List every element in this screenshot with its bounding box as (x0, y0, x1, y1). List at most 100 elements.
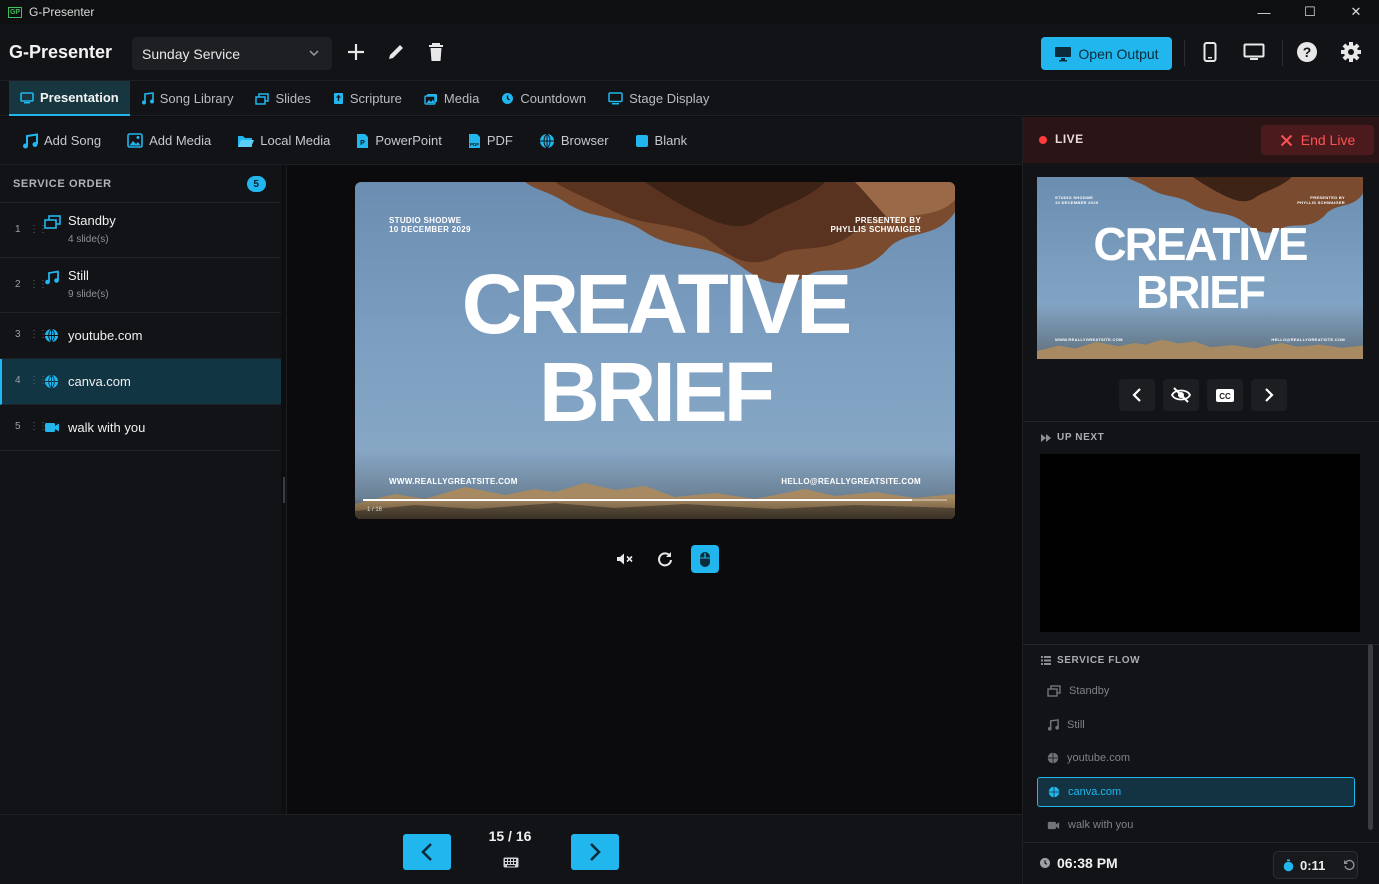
stopwatch-icon (1283, 859, 1294, 871)
captions-button[interactable]: CC (1207, 379, 1243, 411)
pdf-button[interactable]: PDF PDF (460, 133, 521, 149)
tool-label: Browser (560, 133, 609, 148)
live-previous-button[interactable] (1119, 379, 1155, 411)
mobile-view-button[interactable] (1198, 40, 1222, 64)
item-title: Standby (68, 213, 116, 228)
app-logo-icon: GP (8, 6, 22, 18)
chevron-right-icon (1265, 388, 1274, 402)
mouse-control-toggle[interactable] (691, 545, 719, 573)
pdf-icon: PDF (468, 133, 480, 148)
slide-headline-line2: BRIEF (539, 345, 775, 439)
desktop-view-button[interactable] (1242, 40, 1266, 64)
tab-stage-display[interactable]: Stage Display (597, 81, 720, 116)
live-top-right-text: PRESENTED BY PHYLLIS SCHWAIGER (1297, 195, 1345, 205)
live-indicator-dot (1039, 136, 1047, 144)
previous-slide-button[interactable] (403, 834, 451, 870)
item-title: canva.com (68, 374, 131, 389)
list-item[interactable]: 4 ⋮⋮ canva.com (0, 359, 281, 405)
flow-item[interactable]: youtube.com (1037, 743, 1355, 773)
delete-service-button[interactable] (424, 40, 448, 64)
player-page-indicator: 1 / 16 (367, 507, 383, 513)
slide-top-left-text: STUDIO SHODWE 10 DECEMBER 2029 (389, 216, 471, 234)
flow-item-label: Standby (1069, 685, 1110, 697)
item-title: Still (68, 268, 89, 283)
globe-icon (539, 133, 554, 148)
window-title: G-Presenter (29, 5, 95, 19)
list-item[interactable]: 1 ⋮⋮ Standby 4 slide(s) (0, 203, 281, 258)
end-live-button[interactable]: End Live (1261, 125, 1374, 155)
tab-slides[interactable]: Slides (244, 81, 321, 116)
service-timer[interactable]: 0:11 (1273, 851, 1358, 879)
panel-divider (1023, 421, 1379, 422)
app-header: G-Presenter Sunday Service Open Output ? (0, 24, 1379, 81)
embedded-player-controls[interactable]: 1 / 16 (355, 497, 955, 519)
tab-label: Countdown (520, 91, 587, 106)
header-divider (1282, 40, 1283, 66)
player-progress-bar[interactable] (363, 499, 947, 501)
list-item[interactable]: 2 ⋮⋮ Still 9 slide(s) (0, 258, 281, 313)
mute-icon (617, 553, 633, 565)
powerpoint-button[interactable]: P PowerPoint (348, 133, 449, 149)
list-item[interactable]: 3 ⋮⋮ youtube.com (0, 313, 281, 359)
keyboard-icon[interactable] (503, 857, 519, 868)
slide-preview[interactable]: STUDIO SHODWE 10 DECEMBER 2029 PRESENTED… (355, 182, 955, 519)
list-item[interactable]: 5 ⋮⋮ walk with you (0, 405, 281, 451)
tab-song-library[interactable]: Song Library (130, 81, 245, 116)
browser-button[interactable]: Browser (531, 133, 617, 149)
up-next-label: UP NEXT (1057, 432, 1105, 443)
live-headline-line2: BRIEF (1136, 266, 1266, 318)
tab-presentation[interactable]: Presentation (9, 81, 130, 116)
mute-button[interactable] (611, 545, 639, 573)
service-flow-scrollbar[interactable] (1368, 644, 1373, 830)
tab-scripture[interactable]: Scripture (322, 81, 413, 116)
reload-button[interactable] (651, 545, 679, 573)
splitter-handle[interactable] (283, 477, 285, 503)
clock-icon (502, 93, 514, 104)
add-service-button[interactable] (344, 40, 368, 64)
item-number: 2 (15, 279, 21, 290)
item-number: 4 (15, 375, 21, 386)
window-titlebar: GP G-Presenter — ☐ ✕ (0, 0, 1379, 24)
timer-value: 0:11 (1300, 857, 1326, 873)
help-button[interactable]: ? (1295, 40, 1319, 64)
tab-countdown[interactable]: Countdown (490, 81, 597, 116)
flow-item[interactable]: canva.com (1037, 777, 1355, 807)
reset-icon[interactable] (1343, 859, 1355, 871)
clock-display: 06:38 PM (1039, 855, 1118, 871)
add-song-button[interactable]: Add Song (14, 132, 109, 149)
maximize-button[interactable]: ☐ (1287, 0, 1333, 24)
svg-text:P: P (361, 140, 366, 147)
blank-button[interactable]: Blank (627, 133, 696, 148)
local-media-button[interactable]: Local Media (229, 133, 338, 148)
image-add-icon (127, 133, 143, 148)
settings-button[interactable] (1339, 40, 1363, 64)
flow-item[interactable]: walk with you (1037, 810, 1355, 840)
hide-output-button[interactable] (1163, 379, 1199, 411)
tool-label: Add Song (44, 133, 102, 148)
image-icon (424, 93, 437, 105)
service-select[interactable]: Sunday Service (132, 37, 332, 70)
minimize-button[interactable]: — (1241, 0, 1287, 24)
bible-icon (333, 93, 343, 104)
live-bottom-left-text: WWW.REALLYGREATSITE.COM (1055, 337, 1123, 342)
flow-item[interactable]: Standby (1037, 676, 1355, 706)
tab-media[interactable]: Media (413, 81, 490, 116)
edit-service-button[interactable] (384, 40, 408, 64)
panel-divider (1023, 644, 1379, 645)
panel-divider (1023, 842, 1379, 843)
close-window-button[interactable]: ✕ (1333, 0, 1379, 24)
live-next-button[interactable] (1251, 379, 1287, 411)
next-slide-button[interactable] (571, 834, 619, 870)
tab-label: Stage Display (629, 91, 710, 106)
slide-top-right-text: PRESENTED BY PHYLLIS SCHWAIGER (830, 216, 921, 234)
tab-label: Scripture (349, 91, 402, 106)
flow-item[interactable]: Still (1037, 710, 1355, 740)
open-output-label: Open Output (1078, 45, 1159, 62)
add-media-button[interactable]: Add Media (119, 133, 219, 148)
end-live-label: End Live (1300, 132, 1356, 148)
tab-label: Presentation (40, 90, 119, 105)
trash-icon (429, 43, 443, 61)
powerpoint-icon: P (357, 133, 369, 148)
open-output-button[interactable]: Open Output (1041, 37, 1172, 70)
display-icon (608, 92, 623, 105)
